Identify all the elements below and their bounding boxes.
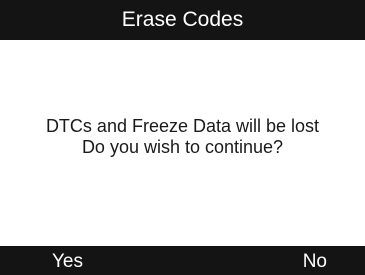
title-bar: Erase Codes [0, 0, 365, 40]
message-line-2: Do you wish to continue? [81, 137, 284, 157]
message-line-1: DTCs and Freeze Data will be lost [45, 116, 320, 136]
confirmation-message: DTCs and Freeze Data will be lost Do you… [0, 116, 365, 158]
soft-key-bar: Yes No [0, 246, 365, 275]
dialog-title: Erase Codes [121, 8, 244, 31]
no-button[interactable]: No [303, 246, 327, 275]
dialog-content: DTCs and Freeze Data will be lost Do you… [0, 40, 365, 246]
yes-button[interactable]: Yes [52, 246, 83, 275]
scan-tool-screen: Erase Codes DTCs and Freeze Data will be… [0, 0, 365, 275]
